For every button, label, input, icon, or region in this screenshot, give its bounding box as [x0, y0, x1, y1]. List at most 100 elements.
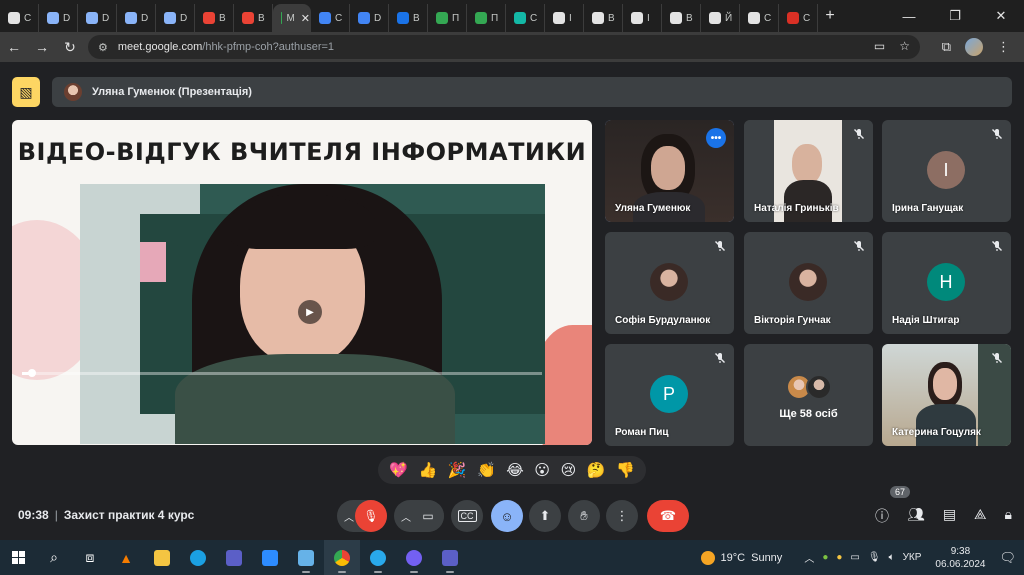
- tray-app-icon[interactable]: ●: [822, 552, 828, 563]
- meeting-details-icon[interactable]: ⓘ: [875, 506, 889, 526]
- mic-off-icon[interactable]: 🎙︎: [355, 500, 387, 532]
- camera-options-chevron-icon[interactable]: ︿: [401, 509, 411, 524]
- mic-options-chevron-icon[interactable]: ︿: [344, 509, 354, 524]
- tile-more-icon[interactable]: •••: [706, 128, 726, 148]
- leave-call-button[interactable]: ☎: [647, 500, 689, 532]
- participant-tile[interactable]: Вікторія Гунчак: [744, 232, 873, 334]
- participant-tile[interactable]: P Роман Пиц: [605, 344, 734, 446]
- activities-icon[interactable]: ⟁: [974, 506, 987, 526]
- minimize-icon[interactable]: —: [886, 9, 932, 24]
- participant-tile[interactable]: I Ірина Ганущак: [882, 120, 1011, 222]
- browser-tab[interactable]: B: [234, 4, 273, 32]
- captions-button[interactable]: CC: [451, 500, 483, 532]
- camera-in-use-icon[interactable]: ▭: [874, 39, 885, 53]
- participant-tile[interactable]: Наталія Гринькiв: [744, 120, 873, 222]
- reaction-emoji[interactable]: 😂: [506, 461, 524, 479]
- browser-tab[interactable]: C: [740, 4, 779, 32]
- search-icon[interactable]: ⌕: [36, 540, 72, 575]
- chrome-icon[interactable]: [324, 540, 360, 575]
- reaction-emoji[interactable]: 🎉: [448, 461, 467, 479]
- browser-tab[interactable]: D: [350, 4, 389, 32]
- browser-tab[interactable]: B: [584, 4, 623, 32]
- tray-app-icon[interactable]: ●: [836, 552, 842, 563]
- viber-icon[interactable]: [396, 540, 432, 575]
- zoom-icon[interactable]: [252, 540, 288, 575]
- reaction-emoji[interactable]: 👏: [477, 461, 496, 479]
- video-progress-bar[interactable]: [22, 369, 542, 377]
- host-controls-icon[interactable]: 🔒︎: [1005, 506, 1012, 526]
- browser-tab[interactable]: П: [467, 4, 506, 32]
- reaction-emoji[interactable]: 💖: [389, 461, 408, 479]
- mic-tray-icon[interactable]: 🎙︎: [868, 552, 881, 563]
- browser-tab[interactable]: П: [428, 4, 467, 32]
- weather-widget[interactable]: 19°C Sunny: [700, 550, 782, 565]
- browser-tab[interactable]: Й: [701, 4, 740, 32]
- embedded-video[interactable]: ▶: [80, 184, 545, 444]
- profile-avatar[interactable]: [965, 38, 983, 56]
- browser-tab[interactable]: I: [623, 4, 662, 32]
- app-icon[interactable]: [288, 540, 324, 575]
- new-tab-button[interactable]: +: [818, 7, 842, 25]
- browser-tab[interactable]: C: [0, 4, 39, 32]
- raise-hand-button[interactable]: ✋︎: [568, 500, 600, 532]
- presentation-video[interactable]: ВІДЕО-ВІДГУК ВЧИТЕЛЯ ІНФОРМАТИКИ ▶: [12, 120, 592, 445]
- participant-avatar: P: [650, 375, 688, 413]
- reload-icon[interactable]: ↻: [56, 39, 84, 56]
- participant-tile[interactable]: ••• Уляна Гуменюк: [605, 120, 734, 222]
- battery-icon[interactable]: ▭: [850, 552, 859, 563]
- presentation-indicator-icon[interactable]: ▧: [12, 77, 40, 107]
- bookmark-star-icon[interactable]: ☆: [899, 39, 910, 53]
- present-button[interactable]: ⬆: [529, 500, 561, 532]
- participant-tile[interactable]: Софія Бурдуланюк: [605, 232, 734, 334]
- browser-tab[interactable]: D: [156, 4, 195, 32]
- reactions-button[interactable]: ☺: [491, 500, 523, 532]
- browser-menu-icon[interactable]: ⋮: [997, 39, 1010, 55]
- reaction-emoji[interactable]: 😢: [561, 461, 577, 479]
- chat-icon[interactable]: ▤: [943, 506, 956, 526]
- browser-tab[interactable]: B: [662, 4, 701, 32]
- browser-tab[interactable]: C: [311, 4, 350, 32]
- browser-tab[interactable]: C: [506, 4, 545, 32]
- more-options-button[interactable]: ⋮: [606, 500, 638, 532]
- vlc-icon[interactable]: ▲: [108, 540, 144, 575]
- participant-tile[interactable]: Катерина Гоцуляк: [882, 344, 1011, 446]
- edge-icon[interactable]: [180, 540, 216, 575]
- maximize-icon[interactable]: ❐: [932, 8, 978, 24]
- forward-icon[interactable]: →: [28, 39, 56, 55]
- app-icon[interactable]: [432, 540, 468, 575]
- back-icon[interactable]: ←: [0, 39, 28, 55]
- extensions-icon[interactable]: ⧉: [942, 39, 951, 55]
- file-explorer-icon[interactable]: [144, 540, 180, 575]
- browser-tab[interactable]: D: [39, 4, 78, 32]
- reaction-emoji[interactable]: 👎: [616, 461, 635, 479]
- app-icon[interactable]: [216, 540, 252, 575]
- reaction-emoji[interactable]: 🤔: [587, 461, 606, 479]
- task-view-icon[interactable]: ⧈: [72, 540, 108, 575]
- browser-tab[interactable]: B: [195, 4, 234, 32]
- notifications-icon[interactable]: 🗨︎: [999, 550, 1016, 566]
- browser-tab[interactable]: C: [779, 4, 818, 32]
- play-icon[interactable]: ▶: [298, 300, 322, 324]
- browser-tab[interactable]: D: [117, 4, 156, 32]
- participant-tile[interactable]: H Надія Штигар: [882, 232, 1011, 334]
- close-window-icon[interactable]: ✕: [978, 8, 1024, 24]
- volume-icon[interactable]: 🔈︎: [889, 552, 895, 563]
- site-info-icon[interactable]: ⚙: [98, 41, 108, 54]
- language-indicator[interactable]: УКР: [903, 552, 922, 563]
- reaction-emoji[interactable]: 😮: [534, 461, 550, 479]
- windows-start-icon[interactable]: [0, 540, 36, 575]
- people-icon[interactable]: 👥︎: [907, 506, 925, 526]
- browser-tab[interactable]: B: [389, 4, 428, 32]
- telegram-icon[interactable]: [360, 540, 396, 575]
- browser-tab[interactable]: D: [78, 4, 117, 32]
- browser-tab[interactable]: M ✕: [273, 4, 311, 32]
- url-bar[interactable]: ⚙ meet.google.com /hhk-pfmp-coh?authuser…: [88, 35, 920, 59]
- reaction-emoji[interactable]: 👍: [419, 461, 438, 479]
- clock[interactable]: 9:38 06.06.2024: [935, 545, 985, 571]
- camera-icon[interactable]: ▭: [412, 500, 444, 532]
- meet-right-controls: ⓘ 👥︎ ▤ ⟁ 🔒︎: [875, 506, 1012, 526]
- participant-tile[interactable]: Ще 58 осіб: [744, 344, 873, 446]
- tab-close-icon[interactable]: ✕: [301, 12, 310, 25]
- tray-chevron-icon[interactable]: ︿: [804, 550, 814, 565]
- browser-tab[interactable]: I: [545, 4, 584, 32]
